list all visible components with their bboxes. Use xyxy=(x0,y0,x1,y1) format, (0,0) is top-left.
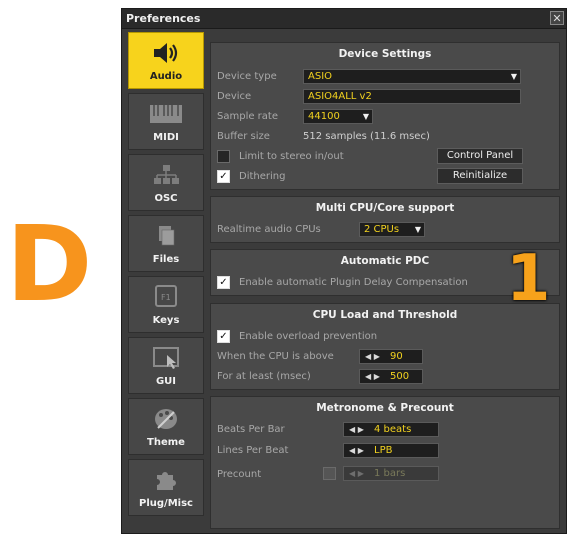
pdc-label: Enable automatic Plugin Delay Compensati… xyxy=(239,277,468,288)
realtime-cpus-label: Realtime audio CPUs xyxy=(217,224,321,235)
buffer-size-label: Buffer size xyxy=(217,131,270,142)
sidebar-item-files[interactable]: Files xyxy=(128,215,204,272)
sidebar-item-label: Keys xyxy=(152,315,180,326)
sidebar-item-plug-misc[interactable]: Plug/Misc xyxy=(128,459,204,516)
precount-label: Precount xyxy=(217,469,262,480)
device-select[interactable]: ASIO4ALL v2 xyxy=(303,89,521,104)
cpu-load-panel: CPU Load and Threshold ✓ Enable overload… xyxy=(210,303,560,390)
title-bar: Preferences ✕ xyxy=(122,9,566,29)
device-type-value: ASIO xyxy=(308,71,333,82)
midi-keyboard-icon xyxy=(129,100,203,128)
panel-title: Metronome & Precount xyxy=(316,402,454,414)
precount-value: 1 bars xyxy=(374,468,406,479)
chevron-down-icon: ▼ xyxy=(510,72,517,81)
gui-window-icon xyxy=(129,344,203,372)
reinitialize-button[interactable]: Reinitialize xyxy=(437,168,523,184)
beats-per-bar-value: 4 beats xyxy=(374,424,412,435)
buffer-size-value: 512 samples (11.6 msec) xyxy=(303,131,430,142)
svg-text:F1: F1 xyxy=(161,293,171,302)
multi-cpu-panel: Multi CPU/Core support Realtime audio CP… xyxy=(210,196,560,243)
preferences-window: Preferences ✕ Audio MIDI OSC Files F1 Ke… xyxy=(121,8,567,534)
device-type-label: Device type xyxy=(217,71,277,82)
stepper-arrows-icon: ◀ ▶ xyxy=(365,372,380,381)
sidebar-item-midi[interactable]: MIDI xyxy=(128,93,204,150)
stepper-arrows-icon: ◀ ▶ xyxy=(349,469,364,478)
pdc-checkbox[interactable]: ✓ xyxy=(217,276,230,289)
palette-icon xyxy=(129,405,203,433)
sidebar-item-label: Theme xyxy=(147,437,185,448)
sidebar-item-label: MIDI xyxy=(153,132,179,143)
close-button[interactable]: ✕ xyxy=(550,11,564,25)
metronome-panel: Metronome & Precount Beats Per Bar ◀ ▶ 4… xyxy=(210,396,560,529)
overload-checkbox[interactable]: ✓ xyxy=(217,330,230,343)
window-title: Preferences xyxy=(126,12,201,25)
sample-rate-value: 44100 xyxy=(308,111,340,122)
sidebar-item-label: OSC xyxy=(154,193,178,204)
cpu-above-label: When the CPU is above xyxy=(217,351,334,362)
chevron-down-icon: ▼ xyxy=(362,112,369,121)
dithering-label: Dithering xyxy=(239,171,286,182)
puzzle-icon xyxy=(129,466,203,494)
realtime-cpus-value: 2 CPUs xyxy=(364,224,400,235)
cpu-above-stepper[interactable]: ◀ ▶ 90 xyxy=(359,349,423,364)
precount-stepper[interactable]: ◀ ▶ 1 bars xyxy=(343,466,439,481)
at-least-stepper[interactable]: ◀ ▶ 500 xyxy=(359,369,423,384)
device-label: Device xyxy=(217,91,252,102)
panel-title: Device Settings xyxy=(338,48,432,60)
device-value: ASIO4ALL v2 xyxy=(308,91,372,102)
sidebar-item-label: GUI xyxy=(155,376,177,387)
key-icon: F1 xyxy=(129,283,203,311)
dithering-checkbox[interactable]: ✓ xyxy=(217,170,230,183)
beats-per-bar-stepper[interactable]: ◀ ▶ 4 beats xyxy=(343,422,439,437)
annotation-letter: D xyxy=(6,203,93,325)
files-icon xyxy=(129,222,203,250)
limit-stereo-checkbox[interactable] xyxy=(217,150,230,163)
precount-checkbox[interactable] xyxy=(323,467,336,480)
cpu-above-value: 90 xyxy=(390,351,403,362)
sidebar-item-label: Audio xyxy=(149,71,183,82)
device-type-select[interactable]: ASIO ▼ xyxy=(303,69,521,84)
lines-per-beat-stepper[interactable]: ◀ ▶ LPB xyxy=(343,443,439,458)
control-panel-button[interactable]: Control Panel xyxy=(437,148,523,164)
lines-per-beat-label: Lines Per Beat xyxy=(217,445,289,456)
sample-rate-label: Sample rate xyxy=(217,111,278,122)
at-least-value: 500 xyxy=(390,371,410,382)
panel-title: Multi CPU/Core support xyxy=(315,202,455,214)
overload-label: Enable overload prevention xyxy=(239,331,378,342)
device-settings-panel: Device Settings Device type ASIO ▼ Devic… xyxy=(210,42,560,190)
sidebar-item-label: Files xyxy=(152,254,180,265)
stepper-arrows-icon: ◀ ▶ xyxy=(349,425,364,434)
speaker-icon xyxy=(129,39,203,67)
sidebar-item-label: Plug/Misc xyxy=(139,498,193,509)
stepper-arrows-icon: ◀ ▶ xyxy=(349,446,364,455)
sidebar-item-keys[interactable]: F1 Keys xyxy=(128,276,204,333)
annotation-marker: 1 xyxy=(506,242,551,316)
sidebar-item-audio[interactable]: Audio xyxy=(128,32,204,89)
sidebar-item-theme[interactable]: Theme xyxy=(128,398,204,455)
lines-per-beat-value: LPB xyxy=(374,445,393,456)
beats-per-bar-label: Beats Per Bar xyxy=(217,424,285,435)
chevron-down-icon: ▼ xyxy=(414,225,421,234)
network-icon xyxy=(129,161,203,189)
at-least-label: For at least (msec) xyxy=(217,371,311,382)
realtime-cpus-select[interactable]: 2 CPUs ▼ xyxy=(359,222,425,237)
sidebar-item-gui[interactable]: GUI xyxy=(128,337,204,394)
limit-stereo-label: Limit to stereo in/out xyxy=(239,151,344,162)
sidebar-item-osc[interactable]: OSC xyxy=(128,154,204,211)
sample-rate-select[interactable]: 44100 ▼ xyxy=(303,109,373,124)
stepper-arrows-icon: ◀ ▶ xyxy=(365,352,380,361)
